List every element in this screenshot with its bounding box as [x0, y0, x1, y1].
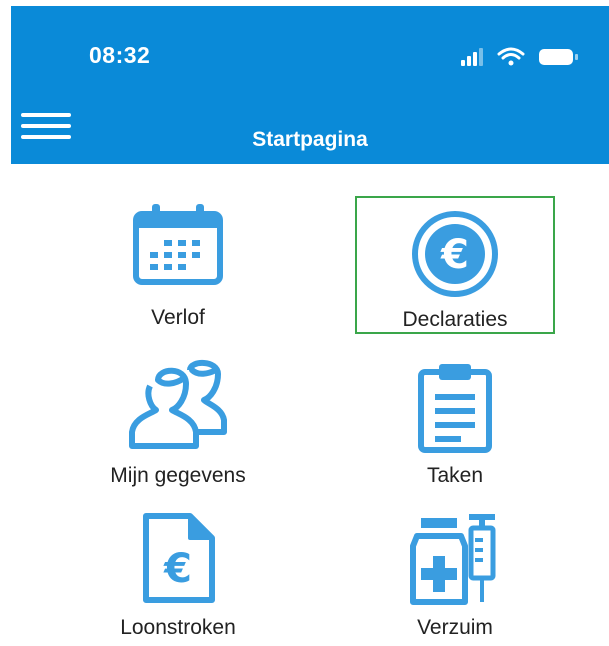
euro-coin-icon: €: [411, 210, 499, 298]
tile-verlof[interactable]: Verlof: [78, 196, 278, 334]
tile-declaraties[interactable]: € Declaraties: [355, 196, 555, 334]
page-title: Startpagina: [252, 128, 368, 151]
tile-label: Taken: [426, 464, 484, 487]
tile-label: Declaraties: [402, 308, 508, 331]
tile-label: Loonstroken: [120, 616, 236, 639]
medicine-syringe-icon: [407, 512, 503, 608]
cellular-signal-icon: [461, 48, 483, 66]
tile-verzuim[interactable]: Verzuim: [355, 508, 555, 646]
clipboard-icon: [415, 362, 495, 454]
svg-text:€: €: [163, 546, 192, 592]
battery-icon: [539, 49, 578, 65]
tile-label: Verlof: [151, 306, 205, 329]
menu-icon-line: [21, 113, 71, 117]
euro-document-icon: €: [138, 512, 218, 604]
wifi-icon: [497, 47, 525, 66]
tile-loonstroken[interactable]: € Loonstroken: [78, 508, 278, 646]
status-icons: [457, 46, 587, 68]
svg-text:€: €: [440, 232, 469, 278]
calendar-icon: [130, 202, 226, 286]
tile-mijn-gegevens[interactable]: Mijn gegevens: [78, 358, 278, 496]
tile-label: Verzuim: [417, 616, 493, 639]
app-header: 08:32 Startpagina: [11, 6, 609, 164]
people-icon: [128, 358, 228, 450]
tile-taken[interactable]: Taken: [355, 358, 555, 496]
tile-label: Mijn gegevens: [110, 464, 246, 487]
status-time: 08:32: [89, 42, 151, 68]
